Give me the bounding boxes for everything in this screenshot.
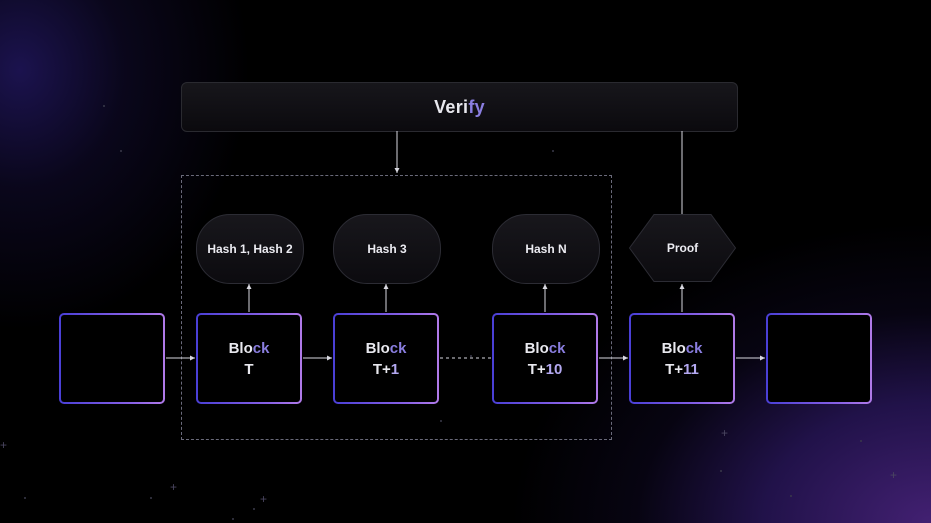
block-subtitle: T	[244, 359, 253, 380]
sparkle-icon: +	[0, 438, 8, 452]
hash-node: Hash N	[492, 214, 600, 284]
hash-label: Hash 3	[367, 242, 407, 256]
verify-label-accent: fy	[468, 96, 485, 117]
block-subtitle: T+10	[528, 359, 563, 380]
block-sub-accent: 10	[545, 360, 563, 378]
block-node-next	[766, 313, 872, 404]
block-title-main: Blo	[524, 339, 549, 357]
block-title-main: Blo	[661, 339, 686, 357]
hash-node: Hash 1, Hash 2	[196, 214, 304, 284]
proof-label: Proof	[666, 241, 699, 255]
block-title: Block	[366, 338, 407, 359]
block-node-t-plus-11: Block T+11	[629, 313, 735, 404]
proof-node: Proof	[629, 214, 736, 282]
block-title-accent: ck	[389, 339, 407, 357]
block-node-t-plus-10: Block T+10	[492, 313, 598, 404]
star	[253, 508, 255, 510]
block-sub-main: T	[244, 360, 254, 378]
block-title-accent: ck	[548, 339, 566, 357]
star	[552, 150, 554, 152]
block-sub-main: T+	[372, 360, 391, 378]
hash-label: Hash 1, Hash 2	[207, 242, 293, 256]
sparkle-icon: +	[260, 492, 268, 506]
block-title-main: Blo	[365, 339, 390, 357]
block-title-accent: ck	[685, 339, 703, 357]
block-title: Block	[525, 338, 566, 359]
block-sub-accent: 11	[683, 360, 699, 378]
block-sub-accent: 1	[390, 360, 400, 378]
star	[720, 470, 722, 472]
block-subtitle: T+11	[665, 359, 699, 380]
block-node-t-plus-1: Block T+1	[333, 313, 439, 404]
block-title: Block	[229, 338, 270, 359]
star	[150, 497, 152, 499]
block-title-accent: ck	[252, 339, 270, 357]
sparkle-icon: +	[721, 426, 729, 440]
star	[232, 518, 234, 520]
sparkle-icon: +	[890, 468, 898, 482]
star	[860, 440, 862, 442]
star	[103, 105, 105, 107]
sparkle-icon: +	[170, 480, 178, 494]
block-title: Block	[662, 338, 703, 359]
block-subtitle: T+1	[373, 359, 399, 380]
hash-node: Hash 3	[333, 214, 441, 284]
star	[120, 150, 122, 152]
verify-node: Veri fy	[181, 82, 738, 132]
verify-label-main: Veri	[434, 96, 469, 117]
block-title-main: Blo	[228, 339, 253, 357]
block-sub-main: T+	[665, 360, 684, 378]
block-node-t: Block T	[196, 313, 302, 404]
star	[790, 495, 792, 497]
block-node-previous	[59, 313, 165, 404]
hash-label: Hash N	[525, 242, 567, 256]
star	[24, 497, 26, 499]
block-sub-main: T+	[527, 360, 546, 378]
